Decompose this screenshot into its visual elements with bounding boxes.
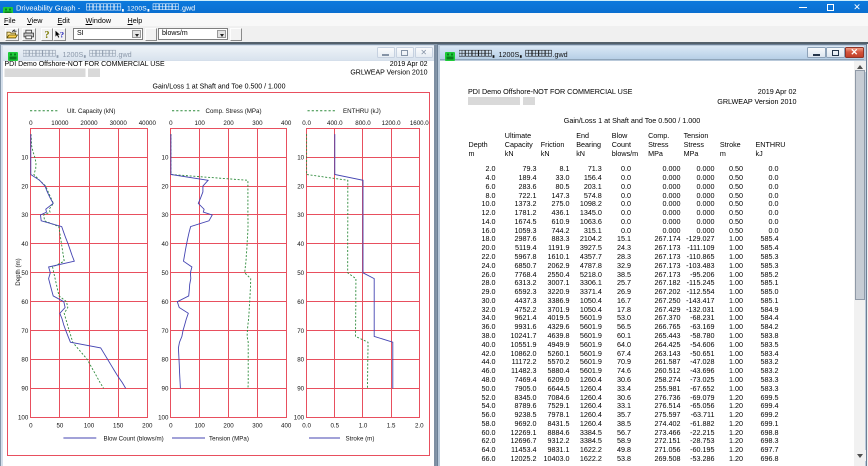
svg-text:80: 80 [21, 357, 28, 364]
svg-text:1200.0: 1200.0 [382, 120, 401, 127]
svg-text:400: 400 [281, 120, 292, 127]
svg-text:50: 50 [56, 423, 63, 430]
svg-text:Blow Count (blows/m): Blow Count (blows/m) [104, 436, 164, 443]
svg-text:1200S: 1200S [499, 49, 520, 58]
svg-text:300: 300 [252, 120, 263, 127]
svg-text:80: 80 [297, 357, 304, 364]
svg-text:Stroke (m): Stroke (m) [346, 436, 375, 443]
svg-text:100: 100 [158, 415, 169, 422]
svg-text:Comp. Stress (MPa): Comp. Stress (MPa) [206, 108, 262, 115]
svg-text:PDI Demo Offshore-NOT FOR COMM: PDI Demo Offshore-NOT FOR COMMERCIAL USE [5, 61, 165, 68]
svg-text:?: ? [45, 30, 50, 40]
svg-text:400.0: 400.0 [327, 120, 343, 127]
svg-text:20: 20 [297, 183, 304, 190]
svg-text:10: 10 [162, 154, 169, 161]
svg-text:50: 50 [297, 270, 304, 277]
svg-text:2.0: 2.0 [415, 423, 424, 430]
svg-text:40: 40 [297, 241, 304, 248]
svg-text:400: 400 [281, 423, 292, 430]
svg-text:0: 0 [169, 423, 173, 430]
svg-text:20: 20 [162, 183, 169, 190]
svg-text:20000: 20000 [80, 120, 98, 127]
svg-text:GRLWEAP Version 2010: GRLWEAP Version 2010 [350, 70, 427, 77]
svg-text:1200S: 1200S [63, 49, 84, 58]
svg-text:200: 200 [142, 423, 153, 430]
svg-text:100: 100 [195, 120, 206, 127]
svg-text:Depth (m): Depth (m) [15, 258, 22, 286]
svg-text:80: 80 [162, 357, 169, 364]
svg-text:200: 200 [223, 423, 234, 430]
svg-text:10: 10 [21, 154, 28, 161]
svg-text:30: 30 [21, 212, 28, 219]
svg-text:40000: 40000 [139, 120, 157, 127]
svg-text:70: 70 [297, 328, 304, 335]
svg-text:90: 90 [21, 386, 28, 393]
svg-text:70: 70 [162, 328, 169, 335]
svg-text:60: 60 [162, 299, 169, 306]
svg-text:20: 20 [21, 183, 28, 190]
svg-text:Ult. Capacity (kN): Ult. Capacity (kN) [67, 108, 115, 115]
svg-text:0.5: 0.5 [330, 423, 339, 430]
svg-text:90: 90 [162, 386, 169, 393]
svg-text:.gwd: .gwd [117, 49, 132, 58]
svg-text:.gwd: .gwd [553, 49, 568, 58]
svg-text:1600.0: 1600.0 [410, 120, 429, 127]
svg-text:2019 Apr 02: 2019 Apr 02 [390, 61, 428, 68]
svg-text:10000: 10000 [51, 120, 69, 127]
svg-text:100: 100 [294, 415, 305, 422]
svg-text:.gwd: .gwd [180, 4, 195, 13]
svg-text:0.0: 0.0 [302, 423, 311, 430]
svg-text:0: 0 [169, 120, 173, 127]
svg-text:ENTHRU (kJ): ENTHRU (kJ) [343, 108, 381, 115]
svg-text:100: 100 [84, 423, 95, 430]
svg-text:200: 200 [223, 120, 234, 127]
svg-text:1.5: 1.5 [387, 423, 396, 430]
svg-text:Tension (MPa): Tension (MPa) [209, 436, 249, 443]
svg-text:40: 40 [162, 241, 169, 248]
svg-text:30000: 30000 [110, 120, 128, 127]
svg-text:0.0: 0.0 [302, 120, 311, 127]
svg-text:150: 150 [113, 423, 124, 430]
svg-text:0: 0 [29, 423, 33, 430]
svg-text:90: 90 [297, 386, 304, 393]
svg-text:Gain/Loss 1 at Shaft and Toe 0: Gain/Loss 1 at Shaft and Toe 0.500 / 1.0… [153, 84, 286, 91]
svg-text:50: 50 [162, 270, 169, 277]
svg-text:30: 30 [162, 212, 169, 219]
svg-text:Driveability Graph -: Driveability Graph - [16, 4, 81, 13]
svg-text:?: ? [60, 29, 64, 39]
svg-text:1200S: 1200S [127, 6, 147, 13]
svg-text:300: 300 [252, 423, 263, 430]
svg-text:800.0: 800.0 [355, 120, 371, 127]
svg-text:0: 0 [29, 120, 33, 127]
svg-text:70: 70 [21, 328, 28, 335]
svg-text:100: 100 [195, 423, 206, 430]
svg-text:40: 40 [21, 241, 28, 248]
svg-text:1.0: 1.0 [359, 423, 368, 430]
svg-text:30: 30 [297, 212, 304, 219]
svg-text:60: 60 [21, 299, 28, 306]
svg-text:50: 50 [21, 270, 28, 277]
svg-text:100: 100 [18, 415, 29, 422]
svg-text:60: 60 [297, 299, 304, 306]
svg-text:10: 10 [297, 154, 304, 161]
